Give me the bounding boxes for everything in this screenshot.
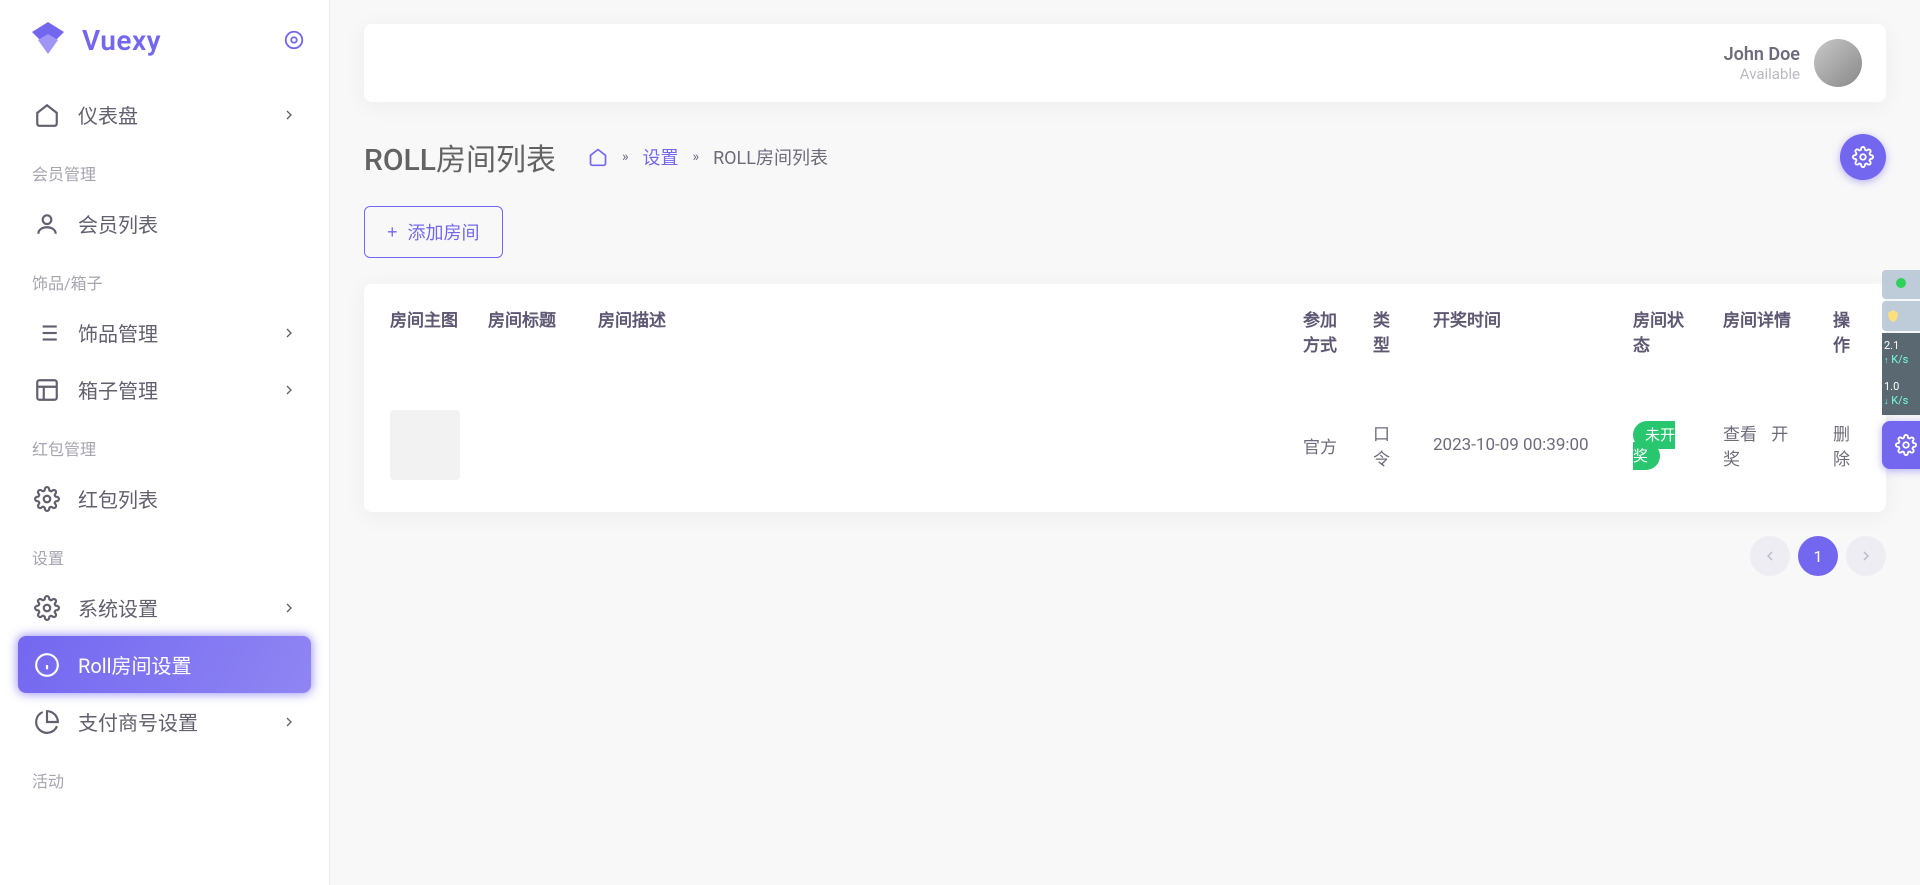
data-card: 房间主图 房间标题 房间描述 参加方式 类型 开奖时间 房间状态 房间详情 操作	[364, 284, 1886, 512]
cell-status: 未开奖	[1619, 378, 1709, 512]
pagination-next[interactable]	[1846, 536, 1886, 576]
sidebar-item-member-list[interactable]: 会员列表	[18, 195, 311, 252]
sidebar-item-label: Roll房间设置	[78, 650, 191, 679]
breadcrumb: » 设置 » ROLL房间列表	[588, 144, 828, 170]
topbar: John Doe Available	[364, 24, 1886, 102]
th-ops: 操作	[1819, 284, 1886, 378]
nav-section-settings: 设置	[18, 527, 311, 579]
sidebar-item-label: 饰品管理	[78, 318, 158, 347]
chevron-right-icon	[281, 107, 297, 123]
network-status-widget	[1882, 270, 1920, 299]
nav-section-member: 会员管理	[18, 143, 311, 195]
brand[interactable]: Vuexy	[0, 20, 329, 86]
traffic-up-unit: K/s	[1891, 353, 1908, 366]
plus-icon: +	[387, 222, 398, 243]
th-detail: 房间详情	[1709, 284, 1819, 378]
th-thumb: 房间主图	[364, 284, 474, 378]
pagination-page-1[interactable]: 1	[1798, 536, 1838, 576]
layout-icon	[34, 377, 60, 403]
sidebar-item-ornament-mgmt[interactable]: 饰品管理	[18, 304, 311, 361]
cell-joinmode: 官方	[1289, 378, 1359, 512]
nav-section-ornament: 饰品/箱子	[18, 252, 311, 304]
cell-detail: 查看 开奖	[1709, 378, 1819, 512]
traffic-up: 2.1 ↑ K/s	[1882, 333, 1920, 374]
theme-customizer-button[interactable]	[1882, 421, 1920, 469]
nav-list: 仪表盘 会员管理 会员列表 饰品/箱子 饰品管理 箱子管理 红包管理	[0, 86, 329, 802]
breadcrumb-current: ROLL房间列表	[713, 144, 828, 170]
page-settings-button[interactable]	[1840, 134, 1886, 180]
sidebar-item-sys-settings[interactable]: 系统设置	[18, 579, 311, 636]
status-badge: 未开奖	[1633, 421, 1675, 470]
chevron-right-icon	[281, 325, 297, 341]
traffic-down-unit: K/s	[1891, 394, 1908, 407]
brand-logo-icon	[28, 20, 68, 60]
nav-section-activity: 活动	[18, 750, 311, 802]
shield-widget	[1882, 301, 1920, 331]
room-table: 房间主图 房间标题 房间描述 参加方式 类型 开奖时间 房间状态 房间详情 操作	[364, 284, 1886, 512]
th-title: 房间标题	[474, 284, 584, 378]
sidebar-item-payment[interactable]: 支付商号设置	[18, 693, 311, 750]
info-icon	[34, 652, 60, 678]
chevron-right-icon	[281, 600, 297, 616]
user-name: John Doe	[1724, 44, 1800, 65]
gear-icon	[34, 595, 60, 621]
right-gadgets: 2.1 ↑ K/s 1.0 ↓ K/s	[1882, 270, 1920, 469]
pagination: 1	[364, 536, 1886, 576]
cell-ops: 删除	[1819, 378, 1886, 512]
sidebar-item-label: 红包列表	[78, 484, 158, 513]
table-row: 官方 口令 2023-10-09 00:39:00 未开奖 查看 开奖 删除	[364, 378, 1886, 512]
page-title: ROLL房间列表	[364, 135, 556, 179]
list-icon	[34, 320, 60, 346]
action-delete[interactable]: 删除	[1833, 425, 1850, 470]
home-icon	[34, 102, 60, 128]
page-header: ROLL房间列表 » 设置 » ROLL房间列表	[364, 134, 1886, 180]
th-status: 房间状态	[1619, 284, 1709, 378]
gear-icon	[34, 486, 60, 512]
avatar[interactable]	[1814, 39, 1862, 87]
breadcrumb-sep-icon: »	[622, 149, 629, 165]
main-content: John Doe Available ROLL房间列表 » 设置 » ROLL房…	[330, 0, 1920, 885]
sidebar-item-label: 仪表盘	[78, 100, 138, 129]
th-desc: 房间描述	[584, 284, 1289, 378]
sidebar-item-label: 箱子管理	[78, 375, 158, 404]
pagination-prev[interactable]	[1750, 536, 1790, 576]
cell-drawtime: 2023-10-09 00:39:00	[1419, 378, 1619, 512]
traffic-up-value: 2.1	[1884, 339, 1899, 352]
sidebar-item-label: 支付商号设置	[78, 707, 198, 736]
sidebar-item-label: 系统设置	[78, 593, 158, 622]
sidebar-item-roll-room[interactable]: Roll房间设置	[18, 636, 311, 693]
cell-thumb	[364, 378, 474, 512]
action-view[interactable]: 查看	[1723, 425, 1757, 445]
th-joinmode: 参加方式	[1289, 284, 1359, 378]
room-thumbnail	[390, 410, 460, 480]
sidebar-item-box-mgmt[interactable]: 箱子管理	[18, 361, 311, 418]
pie-icon	[34, 709, 60, 735]
sidebar-item-redpack-list[interactable]: 红包列表	[18, 470, 311, 527]
status-dot-icon	[1896, 278, 1906, 288]
add-button-label: 添加房间	[408, 219, 480, 245]
user-icon	[34, 211, 60, 237]
chevron-right-icon	[281, 382, 297, 398]
cell-title	[474, 378, 584, 512]
user-menu[interactable]: John Doe Available	[1724, 39, 1862, 87]
sidebar-item-dashboard[interactable]: 仪表盘	[18, 86, 311, 143]
cell-type: 口令	[1359, 378, 1419, 512]
traffic-down: 1.0 ↓ K/s	[1882, 374, 1920, 415]
breadcrumb-sep-icon: »	[693, 149, 700, 165]
sidebar-collapse-icon[interactable]	[283, 29, 305, 51]
nav-section-redpack: 红包管理	[18, 418, 311, 470]
th-type: 类型	[1359, 284, 1419, 378]
sidebar: Vuexy 仪表盘 会员管理 会员列表 饰品/箱子 饰品管理	[0, 0, 330, 885]
breadcrumb-settings[interactable]: 设置	[643, 144, 679, 170]
cell-desc	[584, 378, 1289, 512]
sidebar-item-label: 会员列表	[78, 209, 158, 238]
th-drawtime: 开奖时间	[1419, 284, 1619, 378]
brand-name: Vuexy	[82, 24, 161, 57]
user-status: Available	[1724, 65, 1800, 83]
traffic-down-value: 1.0	[1884, 380, 1899, 393]
chevron-right-icon	[281, 714, 297, 730]
add-room-button[interactable]: + 添加房间	[364, 206, 503, 258]
breadcrumb-home[interactable]	[588, 147, 608, 167]
